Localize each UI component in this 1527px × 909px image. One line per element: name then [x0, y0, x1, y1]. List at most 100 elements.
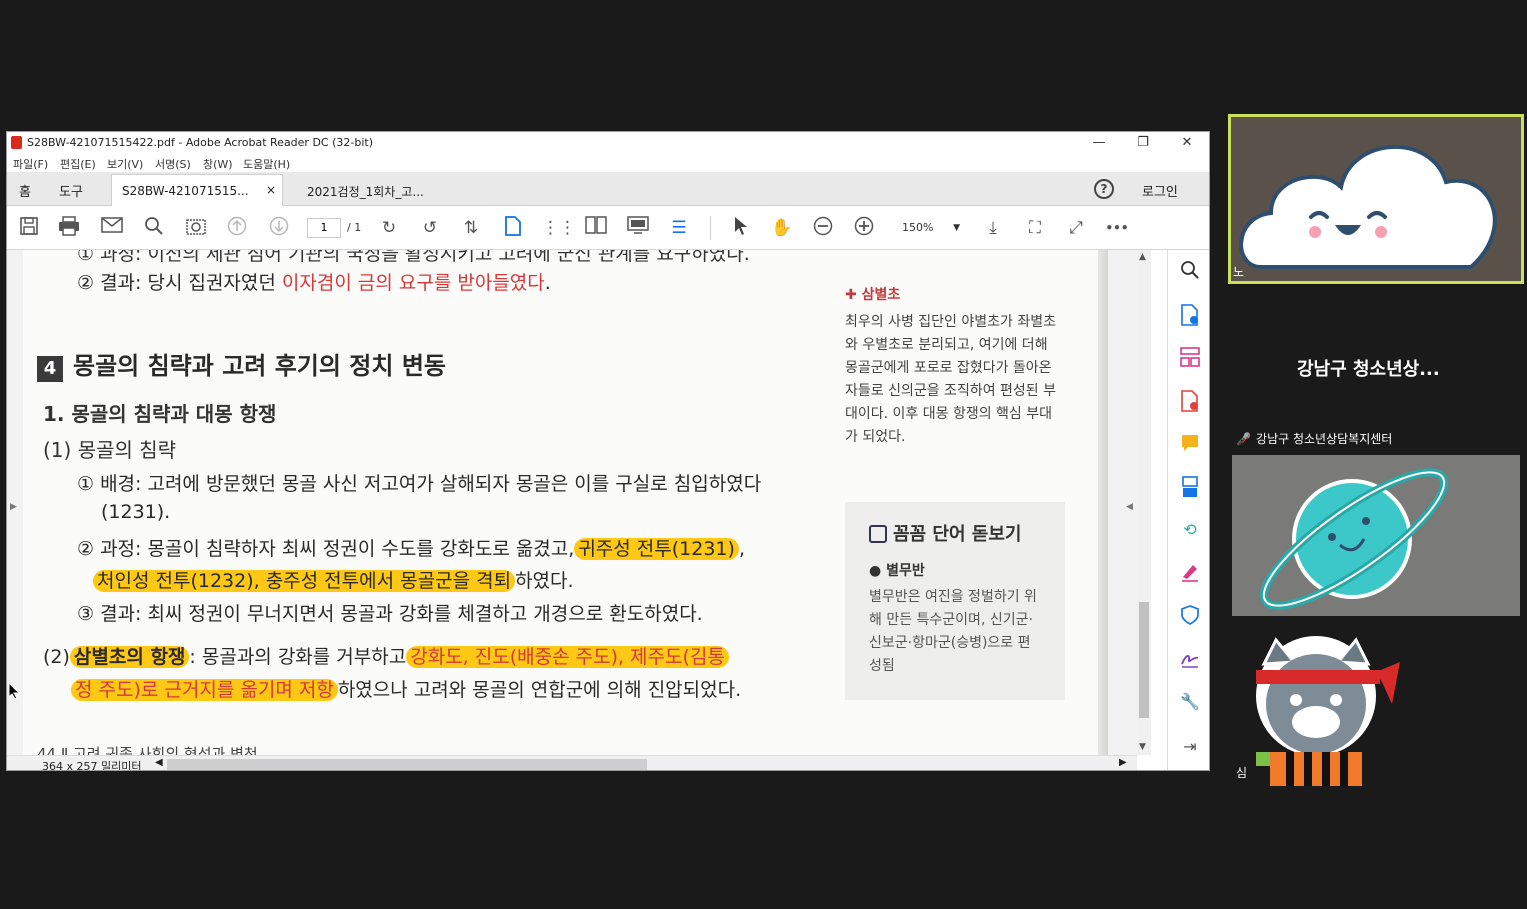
participant-name-bar: 🎤̸ 강남구 청소년상담복지센터: [1236, 428, 1392, 447]
scroll-right-icon[interactable]: ▶: [1119, 757, 1127, 768]
word-box-title: 꼼꼼 단어 돋보기: [869, 520, 1021, 546]
subheading-1-1: (1) 몽골의 침략: [43, 438, 177, 462]
doc-process-comma: ,: [738, 538, 745, 560]
next-page-icon[interactable]: [267, 216, 291, 240]
save-icon[interactable]: [17, 216, 41, 240]
fit-width-icon[interactable]: ⇅: [459, 216, 483, 240]
vertical-scrollbar[interactable]: ▲ ▼: [1137, 250, 1151, 755]
participant-name: 강남구 청소년상담복지센터: [1256, 432, 1393, 446]
scroll-left-icon[interactable]: ◀: [155, 757, 163, 768]
doc-sambyeolcho-red2: 정 주도)로 근거지를 옮기며 저항: [71, 679, 338, 701]
search-icon[interactable]: [142, 216, 166, 240]
minimize-button[interactable]: —: [1077, 132, 1121, 154]
tab-close-icon[interactable]: ×: [266, 183, 276, 197]
tile1-label: 노: [1233, 265, 1245, 279]
fill-sign-icon[interactable]: [1179, 562, 1201, 584]
toolbar: 1 / 1 ↻ ↺ ⇅ ⋮⋮ ☰ ✋ 150% ▼ ⤓ ⛶ ⤢ •••: [7, 206, 1209, 250]
word-box-line: 신보군·항마군(승병)으로 편: [869, 635, 1031, 651]
zoom-in-icon[interactable]: [852, 216, 876, 240]
close-button[interactable]: ✕: [1165, 132, 1209, 154]
reading-mode-icon[interactable]: ☰: [667, 216, 691, 240]
rotate-clockwise-icon[interactable]: ↻: [377, 216, 401, 240]
menu-view[interactable]: 보기(V): [107, 156, 143, 172]
scroll-mode-icon[interactable]: ⋮⋮: [542, 216, 576, 240]
doc-result1-red: 이자겸이 금의 요구를 받아들였다: [281, 272, 545, 294]
participant-tile-active-speaker[interactable]: 노: [1228, 114, 1524, 284]
mouse-cursor-icon: [8, 681, 21, 704]
menu-bar: 파일(F) 편집(E) 보기(V) 서명(S) 창(W) 도움말(H): [7, 154, 1209, 172]
vertical-scroll-thumb[interactable]: [1139, 602, 1149, 718]
sidebar-note-line: 최우의 사병 집단인 야별초가 좌별초: [845, 314, 1056, 330]
collapse-panel-icon[interactable]: ⇥: [1179, 736, 1201, 758]
document-area[interactable]: ▶ ① 과정: 이전의 세관 점어 기관의 국정을 활성시키고 고려에 군신 관…: [7, 250, 1137, 755]
doc-sambyeolcho-mid: : 몽골과의 강화를 거부하고: [189, 646, 407, 668]
presentation-icon[interactable]: [626, 216, 650, 240]
left-panel-toggle-icon[interactable]: ▶: [10, 502, 17, 512]
two-page-icon[interactable]: [584, 216, 608, 240]
fit-page-icon[interactable]: ⤓: [981, 216, 1005, 240]
help-icon[interactable]: ?: [1094, 179, 1114, 199]
menu-sign[interactable]: 서명(S): [155, 156, 191, 172]
login-button[interactable]: 로그인: [1142, 181, 1178, 200]
tab-document-1[interactable]: S28BW-421071515... ×: [111, 174, 283, 206]
protect-icon[interactable]: [1179, 605, 1201, 627]
tab-document-2-label: 2021검정_1회차_고...: [307, 185, 424, 199]
menu-help[interactable]: 도움말(H): [243, 156, 290, 172]
single-page-icon[interactable]: [501, 216, 525, 240]
snapshot-icon[interactable]: [184, 216, 208, 240]
menu-edit[interactable]: 편집(E): [60, 156, 96, 172]
right-panel-toggle-icon[interactable]: ◀: [1126, 502, 1133, 512]
tab-document-2[interactable]: 2021검정_1회차_고...: [297, 174, 447, 206]
combine-files-icon[interactable]: [1179, 476, 1201, 498]
print-icon[interactable]: [57, 216, 81, 240]
fit-visible-icon[interactable]: ⛶: [1023, 216, 1047, 240]
doc-background-line1: ① 배경: 고려에 방문했던 몽골 사신 저고여가 살해되자 몽골은 이를 구실…: [77, 473, 762, 495]
more-tools-wrench-icon[interactable]: 🔧: [1179, 691, 1201, 713]
participant-tile-video[interactable]: [1232, 455, 1520, 616]
organize-pages-icon[interactable]: [1179, 347, 1201, 369]
tile3-label: 심: [1236, 766, 1248, 780]
planet-avatar-icon: [1259, 468, 1449, 610]
page-spine-shadow: [1098, 250, 1108, 755]
sidebar-note-line: 가 되었다.: [845, 429, 906, 445]
menu-window[interactable]: 창(W): [203, 156, 233, 172]
doc-process-prefix: ② 과정: 몽골이 침략하자 최씨 정권이 수도를 강화도로 옮겼고,: [77, 538, 575, 560]
word-box-line: 성됨: [869, 658, 895, 674]
scan-ocr-icon[interactable]: ⟲: [1179, 519, 1201, 541]
menu-file[interactable]: 파일(F): [13, 156, 48, 172]
zoom-level-select[interactable]: 150% ▼: [896, 218, 966, 238]
create-pdf-icon[interactable]: [1179, 390, 1201, 412]
word-box-title-text: 꼼꼼 단어 돋보기: [893, 524, 1022, 545]
email-icon[interactable]: [100, 216, 124, 240]
select-tool-icon[interactable]: [729, 216, 753, 240]
tab-tools[interactable]: 도구: [59, 181, 83, 200]
more-tools-icon[interactable]: •••: [1105, 216, 1129, 240]
zoom-search-icon[interactable]: [1179, 260, 1201, 282]
scroll-down-icon[interactable]: ▼: [1139, 742, 1146, 752]
full-screen-icon[interactable]: ⤢: [1064, 216, 1088, 240]
title-bar: S28BW-421071515422.pdf - Adobe Acrobat R…: [7, 132, 1209, 154]
comment-icon[interactable]: [1179, 433, 1201, 455]
section-title: 몽골의 침략과 고려 후기의 정치 변동: [73, 352, 446, 380]
doc-result1-suffix: .: [544, 272, 551, 294]
prev-page-icon[interactable]: [225, 216, 249, 240]
zoom-out-icon[interactable]: [811, 216, 835, 240]
participant-tile-cat[interactable]: 심: [1236, 634, 1410, 790]
doc-top-line: ① 과정: 이전의 세관 점어 기관의 국정을 활성시키고 고려에 군신 관계를…: [77, 250, 750, 265]
tab-home[interactable]: 홈: [19, 181, 31, 200]
hand-tool-icon[interactable]: ✋: [770, 216, 794, 240]
doc-result2: ③ 결과: 최씨 정권이 무너지면서 몽골과 강화를 체결하고 개경으로 환도하…: [77, 603, 703, 625]
horizontal-scroll-thumb[interactable]: [167, 759, 647, 770]
restore-button[interactable]: ❐: [1121, 132, 1165, 154]
request-signature-icon[interactable]: [1179, 648, 1201, 670]
word-box-term: ● 별무반: [869, 563, 925, 579]
doc-process-suffix: 하였다.: [515, 570, 574, 592]
word-box-body: 별무반은 여진을 정벌하기 위 해 만든 특수군이며, 신기군· 신보군·항마군…: [869, 586, 1037, 678]
word-box-line: 해 만든 특수군이며, 신기군·: [869, 612, 1033, 628]
export-pdf-icon[interactable]: [1179, 304, 1201, 326]
rotate-counterclockwise-icon[interactable]: ↺: [418, 216, 442, 240]
page-number-input[interactable]: 1: [307, 218, 341, 238]
horizontal-scrollbar[interactable]: 364 x 257 밀리미터 ◀ ▶: [7, 755, 1137, 770]
pdf-icon: [11, 136, 22, 149]
scroll-up-icon[interactable]: ▲: [1139, 252, 1146, 262]
